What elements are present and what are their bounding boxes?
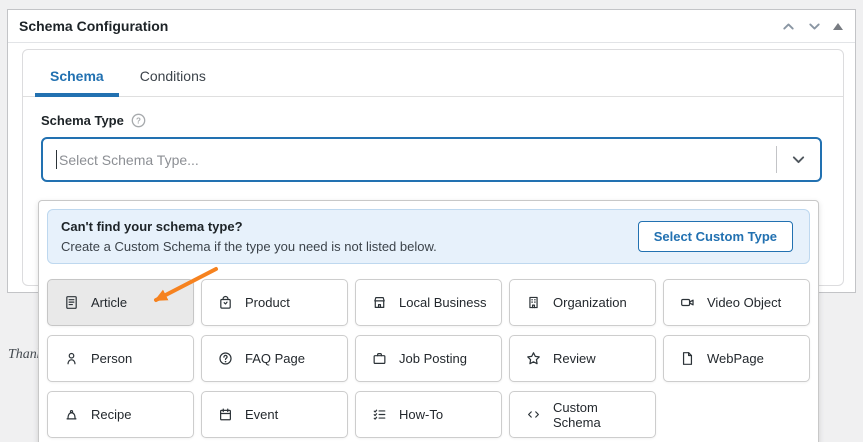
schema-type-item-product[interactable]: Product [201,279,348,326]
review-icon [526,351,541,366]
schema-type-item-label: Person [91,351,133,366]
schema-type-select-input[interactable] [59,151,776,168]
event-icon [218,407,233,422]
schema-type-grid: Article Product Local Business Organization… [47,279,810,438]
schema-type-field-label: Schema Type ? [41,113,843,128]
schema-type-item-label: Product [245,295,290,310]
tab-conditions[interactable]: Conditions [122,63,224,96]
schema-type-item-label: Organization [553,295,627,310]
schema-type-item-code[interactable]: Custom Schema [509,391,656,438]
schema-type-item-label: Article [91,295,128,310]
schema-type-item-organization[interactable]: Organization [509,279,656,326]
collapse-toggle-icon[interactable] [833,22,843,30]
schema-type-item-label: FAQ Page [245,351,305,366]
schema-type-item-label: Video Object [707,295,782,310]
notice-description: Create a Custom Schema if the type you n… [61,239,437,254]
screen: Thank Schema Configuration Schema Condit… [0,0,863,442]
select-divider [776,146,777,173]
schema-type-item-faq[interactable]: FAQ Page [201,335,348,382]
tab-schema[interactable]: Schema [32,63,122,97]
schema-type-item-label: Custom Schema [553,399,601,430]
webpage-icon [680,351,695,366]
schema-type-item-recipe[interactable]: Recipe [47,391,194,438]
video-icon [680,295,695,310]
schema-type-item-label: WebPage [707,351,764,366]
schema-type-item-label: Recipe [91,407,132,422]
tab-bar: Schema Conditions [23,50,843,97]
schema-type-item-local-business[interactable]: Local Business [355,279,502,326]
schema-type-item-event[interactable]: Event [201,391,348,438]
metabox-controls [781,19,843,34]
schema-type-item-video[interactable]: Video Object [663,279,810,326]
move-up-icon[interactable] [781,19,796,34]
schema-type-item-person[interactable]: Person [47,335,194,382]
metabox-header: Schema Configuration [8,10,855,43]
metabox-title: Schema Configuration [19,18,169,34]
product-icon [218,295,233,310]
svg-text:?: ? [136,117,141,126]
schema-type-item-webpage[interactable]: WebPage [663,335,810,382]
select-custom-type-button[interactable]: Select Custom Type [637,221,793,252]
schema-type-label-text: Schema Type [41,113,124,128]
chevron-down-icon[interactable] [790,151,807,168]
organization-icon [526,295,541,310]
schema-type-item-job[interactable]: Job Posting [355,335,502,382]
schema-type-item-label: Event [245,407,279,422]
job-icon [372,351,387,366]
custom-schema-notice: Can't find your schema type? Create a Cu… [47,209,810,264]
schema-type-item-article[interactable]: Article [47,279,194,326]
schema-type-item-label: How-To [399,407,444,422]
recipe-icon [64,407,79,422]
article-icon [64,295,79,310]
notice-text: Can't find your schema type? Create a Cu… [61,219,437,254]
schema-type-item-label: Job Posting [399,351,467,366]
text-caret [56,150,57,169]
help-icon[interactable]: ? [131,113,146,128]
schema-type-item-label: Local Business [399,295,487,310]
person-icon [64,351,79,366]
faq-icon [218,351,233,366]
move-down-icon[interactable] [807,19,822,34]
notice-title: Can't find your schema type? [61,219,243,234]
local-business-icon [372,295,387,310]
schema-type-item-label: Review [553,351,596,366]
schema-type-item-review[interactable]: Review [509,335,656,382]
schema-type-item-how-to[interactable]: How-To [355,391,502,438]
code-icon [526,407,541,422]
schema-type-select[interactable] [41,137,822,182]
how-to-icon [372,407,387,422]
schema-type-dropdown: Can't find your schema type? Create a Cu… [38,200,819,442]
